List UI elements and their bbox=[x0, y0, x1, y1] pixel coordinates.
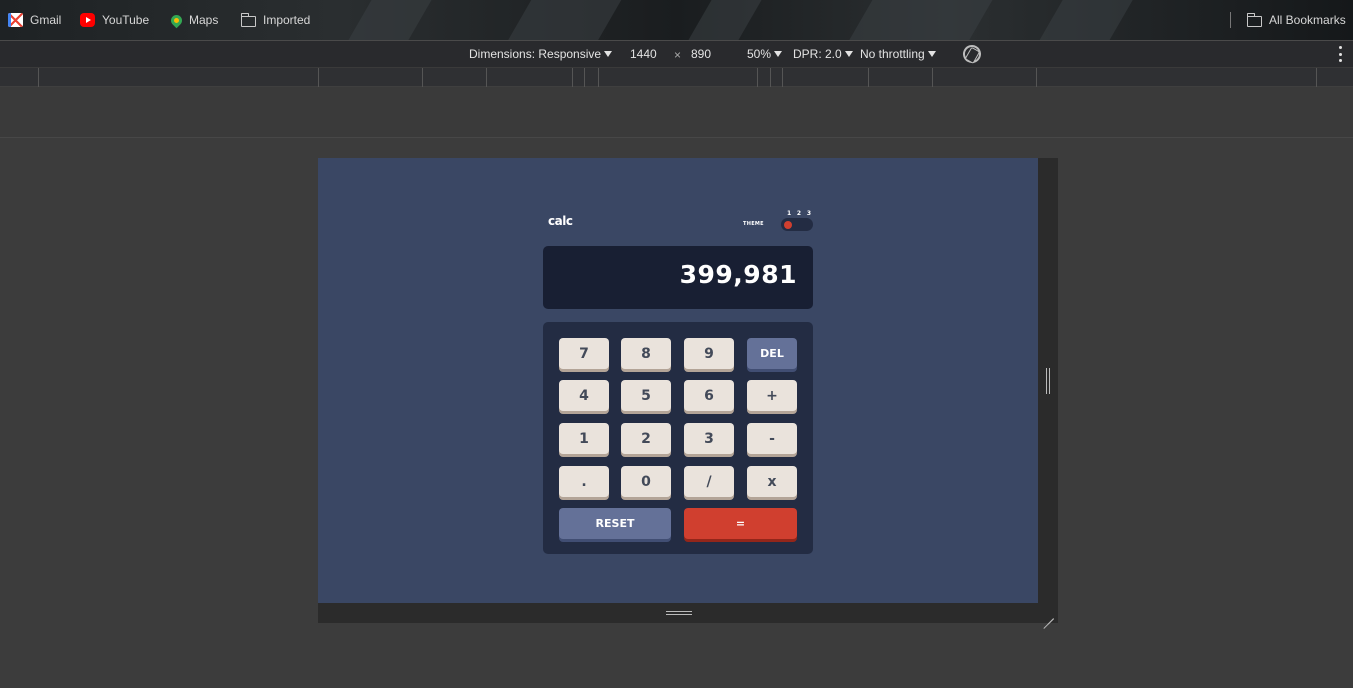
bookmark-youtube[interactable]: YouTube bbox=[80, 10, 149, 30]
calculator-display: 399,981 bbox=[543, 246, 813, 309]
display-value: 399,981 bbox=[679, 260, 797, 289]
dimensions-label: Dimensions: Responsive bbox=[469, 47, 602, 61]
zoom-dropdown[interactable]: 50% bbox=[747, 47, 783, 61]
all-bookmarks-button[interactable]: All Bookmarks bbox=[1246, 10, 1346, 30]
bookmark-folder-imported[interactable]: Imported bbox=[240, 10, 311, 30]
caret-down-icon bbox=[774, 51, 783, 57]
all-bookmarks-label: All Bookmarks bbox=[1269, 13, 1346, 27]
key-8[interactable]: 8 bbox=[621, 338, 671, 369]
youtube-icon bbox=[80, 13, 95, 27]
throttling-label: No throttling bbox=[860, 47, 925, 61]
theme-option-3: 3 bbox=[806, 210, 811, 217]
bookmark-label: Imported bbox=[263, 13, 311, 27]
dimensions-dropdown[interactable]: Dimensions: Responsive bbox=[469, 47, 613, 61]
theme-toggle[interactable] bbox=[781, 218, 813, 231]
calculator-header: calc THEME 1 2 3 bbox=[548, 210, 813, 240]
caret-down-icon bbox=[927, 51, 936, 57]
theme-numbers: 1 2 3 bbox=[784, 210, 814, 217]
bookmarks-divider bbox=[1230, 12, 1231, 28]
bookmark-label: Maps bbox=[189, 13, 219, 27]
dpr-label: DPR: 2.0 bbox=[793, 47, 842, 61]
caret-down-icon bbox=[844, 51, 853, 57]
folder-icon bbox=[240, 12, 256, 27]
key-5[interactable]: 5 bbox=[621, 380, 671, 411]
key-4[interactable]: 4 bbox=[559, 380, 609, 411]
add-button[interactable]: + bbox=[747, 380, 797, 411]
reset-button[interactable]: RESET bbox=[559, 508, 671, 539]
key-1[interactable]: 1 bbox=[559, 423, 609, 454]
resize-handle-bottom[interactable] bbox=[318, 603, 1038, 623]
device-ruler bbox=[0, 87, 1353, 138]
key-3[interactable]: 3 bbox=[684, 423, 734, 454]
key-9[interactable]: 9 bbox=[684, 338, 734, 369]
dimension-separator: × bbox=[674, 48, 682, 62]
theme-option-2: 2 bbox=[796, 210, 802, 217]
height-input[interactable]: 890 bbox=[691, 47, 711, 61]
zoom-label: 50% bbox=[747, 47, 772, 61]
decimal-button[interactable]: . bbox=[559, 466, 609, 497]
device-viewport: calc THEME 1 2 3 399,981 7 8 9 DEL 4 5 6… bbox=[318, 158, 1038, 603]
calc-logo: calc bbox=[548, 214, 573, 228]
bookmark-maps[interactable]: Maps bbox=[168, 10, 219, 30]
throttling-dropdown[interactable]: No throttling bbox=[860, 47, 936, 61]
bookmark-gmail[interactable]: Gmail bbox=[8, 10, 61, 30]
key-7[interactable]: 7 bbox=[559, 338, 609, 369]
calculator-keypad: 7 8 9 DEL 4 5 6 + 1 2 3 - . 0 / x RESET … bbox=[543, 322, 813, 554]
more-options-icon[interactable] bbox=[1338, 46, 1342, 62]
divide-button[interactable]: / bbox=[684, 466, 734, 497]
key-0[interactable]: 0 bbox=[621, 466, 671, 497]
theme-label: THEME bbox=[743, 221, 764, 227]
folder-icon bbox=[1246, 12, 1262, 27]
resize-handle-right[interactable] bbox=[1038, 158, 1058, 623]
theme-option-1: 1 bbox=[787, 210, 792, 217]
maps-icon bbox=[168, 12, 185, 29]
caret-down-icon bbox=[604, 51, 613, 57]
delete-button[interactable]: DEL bbox=[747, 338, 797, 369]
bookmark-label: YouTube bbox=[102, 13, 150, 27]
multiply-button[interactable]: x bbox=[747, 466, 797, 497]
resize-handle-corner-icon[interactable] bbox=[1041, 606, 1055, 620]
theme-toggle-knob[interactable] bbox=[784, 221, 792, 229]
gmail-icon bbox=[8, 13, 23, 27]
dpr-dropdown[interactable]: DPR: 2.0 bbox=[793, 47, 853, 61]
width-input[interactable]: 1440 bbox=[630, 47, 657, 61]
key-6[interactable]: 6 bbox=[684, 380, 734, 411]
bookmarks-bar: Gmail YouTube Maps Imported All Bookmark… bbox=[0, 0, 1353, 40]
bookmark-label: Gmail bbox=[30, 13, 62, 27]
key-2[interactable]: 2 bbox=[621, 423, 671, 454]
equals-button[interactable]: = bbox=[684, 508, 797, 539]
subtract-button[interactable]: - bbox=[747, 423, 797, 454]
media-query-bar[interactable] bbox=[0, 68, 1353, 87]
